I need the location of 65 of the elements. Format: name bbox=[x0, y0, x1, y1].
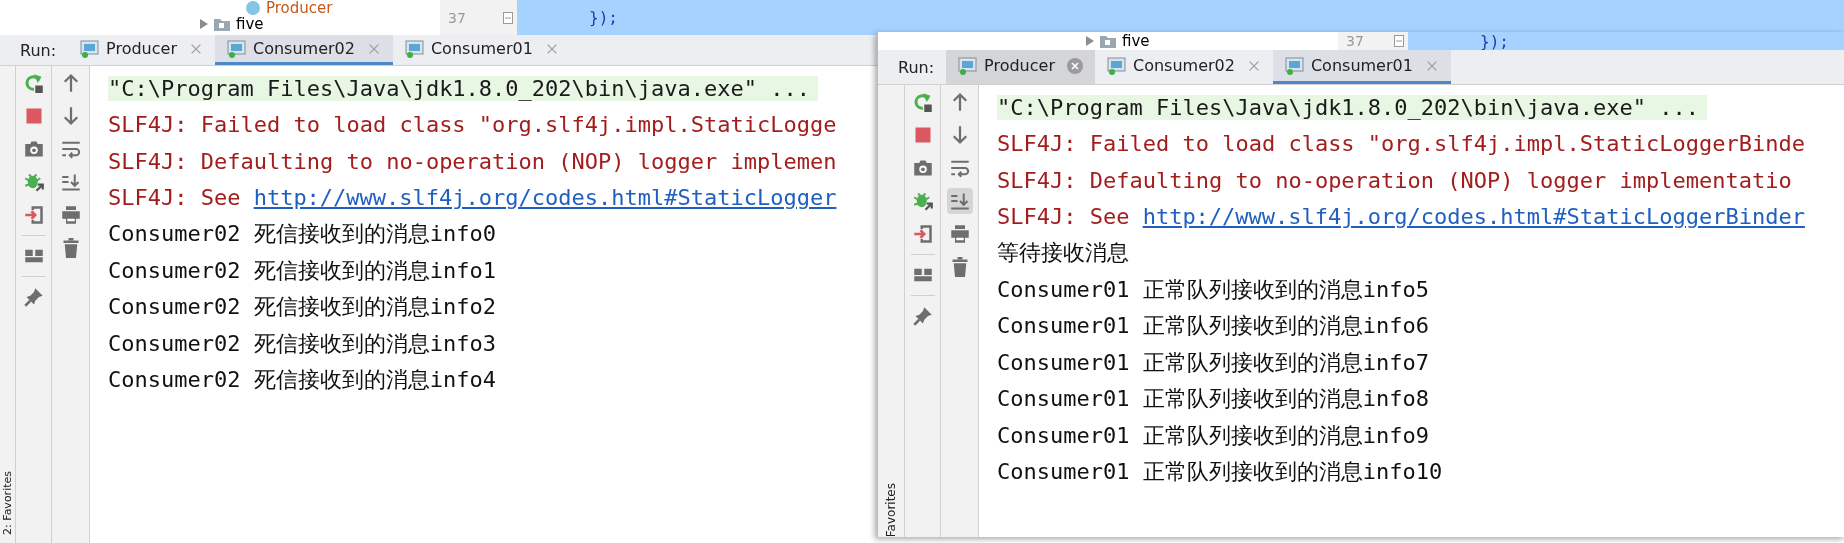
soft-wrap-icon[interactable] bbox=[60, 139, 81, 159]
bug-icon[interactable] bbox=[23, 172, 44, 192]
class-icon bbox=[246, 0, 260, 15]
link[interactable]: http://www.slf4j.org/codes.html#StaticLogger bbox=[253, 185, 837, 211]
console-line: 等待接收消息 bbox=[997, 239, 1129, 268]
console-line: SLF4J: Failed to load class "org.slf4j.impl.StaticLoggerBinde bbox=[997, 131, 1805, 157]
pin-icon[interactable] bbox=[912, 306, 933, 326]
console-icon bbox=[227, 39, 247, 58]
run-tab[interactable]: Producer bbox=[68, 35, 215, 65]
console-line: SLF4J: Defaulting to no-operation (NOP) logger implementatio bbox=[997, 167, 1792, 193]
print-icon[interactable] bbox=[949, 224, 970, 244]
favorites-tab[interactable]: Favorites bbox=[884, 476, 898, 537]
close-icon[interactable] bbox=[1067, 57, 1083, 74]
line-number: 37 bbox=[1346, 33, 1364, 49]
rerun-icon[interactable] bbox=[23, 73, 44, 93]
scroll-to-end-toggle[interactable] bbox=[946, 188, 973, 214]
line-number: 37 bbox=[448, 9, 466, 26]
expand-arrow-icon[interactable] bbox=[200, 18, 208, 29]
console-line: Consumer01 正常队列接收到的消息info10 bbox=[997, 458, 1443, 487]
code-text: }); bbox=[589, 8, 618, 27]
console-line: Consumer02 死信接收到的消息info0 bbox=[108, 220, 496, 249]
console-line: Consumer02 死信接收到的消息info2 bbox=[108, 293, 496, 322]
expand-arrow-icon[interactable] bbox=[1086, 36, 1094, 46]
code-text: }); bbox=[1480, 32, 1509, 50]
run-tab[interactable]: Consumer02 bbox=[215, 35, 393, 65]
console-line: SLF4J: Failed to load class "org.slf4j.impl.StaticLogge bbox=[108, 112, 837, 138]
login-icon[interactable] bbox=[23, 205, 44, 225]
console-line: Consumer01 正常队列接收到的消息info9 bbox=[997, 421, 1429, 450]
pin-icon[interactable] bbox=[23, 287, 44, 307]
run-tab[interactable]: Consumer01 bbox=[392, 35, 571, 65]
print-icon[interactable] bbox=[60, 205, 81, 225]
fold-marker-icon[interactable] bbox=[503, 11, 513, 24]
console-line: Consumer02 死信接收到的消息info1 bbox=[108, 256, 496, 285]
run-tab[interactable]: Producer bbox=[946, 50, 1095, 84]
rerun-icon[interactable] bbox=[912, 92, 933, 112]
console-line: Consumer01 正常队列接收到的消息info6 bbox=[997, 312, 1429, 341]
console-line: SLF4J: See bbox=[997, 204, 1130, 230]
tree-item[interactable]: five bbox=[236, 14, 264, 33]
console-icon bbox=[958, 56, 979, 75]
tree-item[interactable]: Producer bbox=[266, 0, 333, 17]
login-icon[interactable] bbox=[912, 224, 933, 244]
fold-marker-icon[interactable] bbox=[1394, 35, 1404, 47]
link[interactable]: http://www.slf4j.org/codes.html#StaticLoggerBinder bbox=[1142, 204, 1805, 230]
console-icon bbox=[1284, 56, 1305, 75]
run-label: Run: bbox=[897, 57, 936, 77]
console-line: SLF4J: See bbox=[108, 185, 241, 211]
bug-icon[interactable] bbox=[912, 191, 933, 211]
console-line: Consumer02 死信接收到的消息info4 bbox=[108, 366, 496, 395]
console-icon bbox=[404, 39, 425, 58]
console-line: Consumer01 正常队列接收到的消息info5 bbox=[997, 275, 1429, 304]
camera-icon[interactable] bbox=[23, 139, 44, 159]
console-line: Consumer02 死信接收到的消息info3 bbox=[108, 329, 496, 358]
soft-wrap-icon[interactable] bbox=[949, 158, 970, 178]
console-line: Consumer01 正常队列接收到的消息info7 bbox=[997, 348, 1429, 377]
run-label: Run: bbox=[19, 40, 58, 60]
console-line: Consumer01 正常队列接收到的消息info8 bbox=[997, 385, 1429, 414]
console-line: SLF4J: Defaulting to no-operation (NOP) logger implemen bbox=[108, 148, 837, 174]
folder-icon bbox=[214, 16, 230, 31]
console-icon bbox=[1107, 56, 1127, 75]
camera-icon[interactable] bbox=[912, 158, 933, 178]
favorites-tab[interactable]: 2: Favorites bbox=[1, 465, 14, 535]
run-tab[interactable]: Consumer01 bbox=[1272, 50, 1451, 84]
tree-item[interactable]: five bbox=[1122, 32, 1150, 50]
console-icon bbox=[80, 39, 101, 58]
run-tab[interactable]: Consumer02 bbox=[1095, 50, 1273, 84]
